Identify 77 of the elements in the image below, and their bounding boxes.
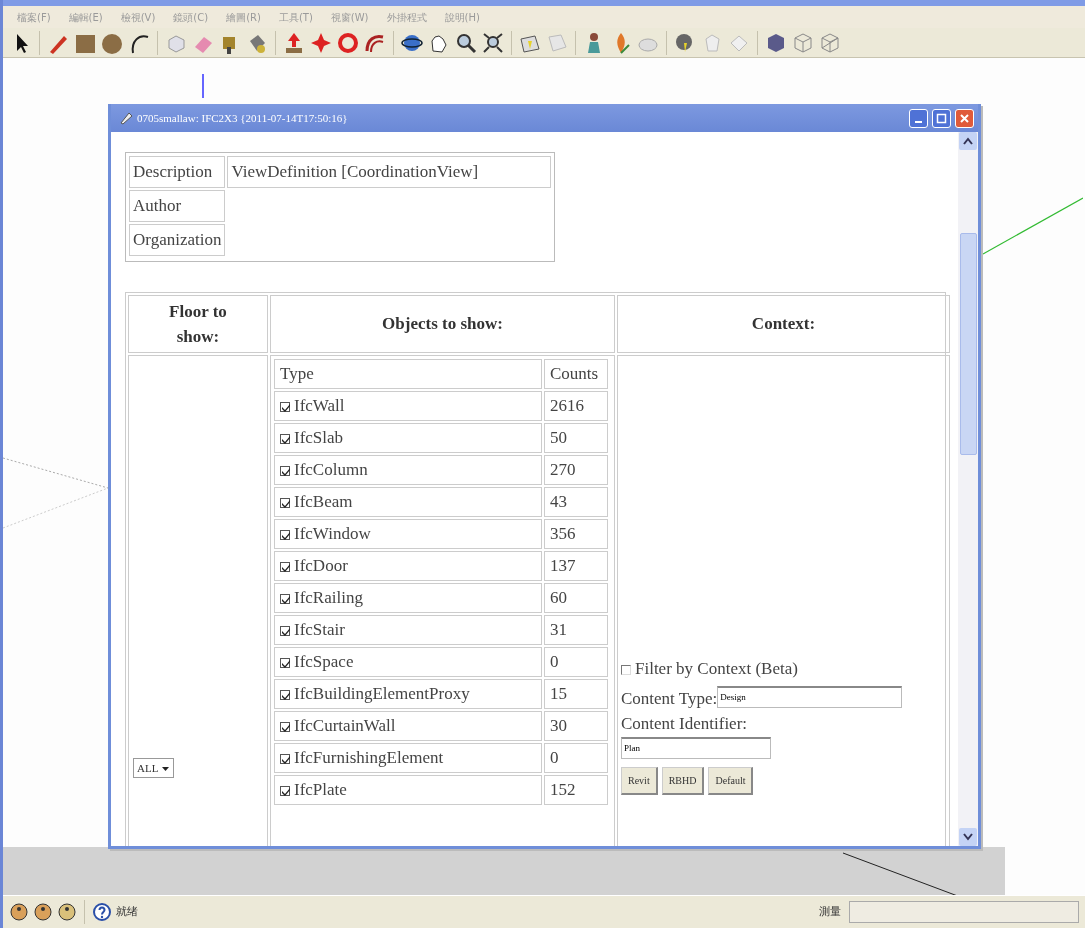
pencil-icon — [119, 111, 133, 125]
floor-select[interactable]: ALL — [133, 758, 175, 778]
close-button[interactable] — [955, 108, 974, 128]
text-field[interactable]: Design — [717, 685, 903, 708]
help-icon[interactable] — [92, 902, 112, 922]
scroll-down-icon — [963, 833, 973, 841]
action-button[interactable]: Revit — [621, 767, 658, 795]
check-icon — [281, 435, 291, 446]
field-label: Content Type: — [621, 688, 718, 708]
type-checkbox[interactable]: IfcColumn — [274, 455, 542, 485]
zoom-extents-icon[interactable] — [481, 30, 505, 55]
table-cell: 31 — [544, 615, 608, 645]
type-checkbox[interactable]: IfcWall — [274, 391, 542, 421]
window-title: 0705smallaw: IFC2X3 {2011-07-14T17:50:16} — [137, 110, 349, 126]
filter-checkbox[interactable]: Filter by Context (Beta) — [621, 656, 949, 682]
check-icon — [281, 499, 291, 510]
info-label: Organization — [129, 224, 226, 256]
check-icon — [281, 787, 291, 798]
type-checkbox[interactable]: IfcCurtainWall — [274, 711, 542, 741]
table-cell: 137 — [544, 551, 608, 581]
table-cell: 60 — [544, 583, 608, 613]
table-cell: 50 — [544, 423, 608, 453]
type-checkbox[interactable]: IfcDoor — [274, 551, 542, 581]
field-label: Content Identifier: — [621, 714, 748, 733]
scrollbar[interactable] — [958, 132, 978, 846]
table-cell: 0 — [544, 743, 608, 773]
table-header: Counts — [544, 359, 608, 389]
check-icon — [281, 467, 291, 478]
type-checkbox[interactable]: IfcStair — [274, 615, 542, 645]
table-cell: 152 — [544, 775, 608, 805]
text-field[interactable]: Plan — [621, 736, 771, 759]
type-checkbox[interactable]: IfcFurnishingElement — [274, 743, 542, 773]
type-checkbox[interactable]: IfcSpace — [274, 647, 542, 677]
maximize-button[interactable] — [932, 108, 951, 128]
table-cell: 2616 — [544, 391, 608, 421]
table-cell: 43 — [544, 487, 608, 517]
measurements-field[interactable] — [849, 901, 1079, 923]
check-icon — [281, 659, 291, 670]
check-icon — [281, 755, 291, 766]
info-label: Author — [129, 190, 226, 222]
type-checkbox[interactable]: IfcBuildingElementProxy — [274, 679, 542, 709]
action-button[interactable]: Default — [708, 767, 754, 795]
minimize-button[interactable] — [909, 108, 928, 128]
rotate-icon[interactable] — [336, 30, 360, 55]
table-header: Type — [274, 359, 542, 389]
action-button[interactable]: RBHD — [661, 767, 705, 795]
check-icon — [281, 627, 291, 638]
type-checkbox[interactable]: IfcSlab — [274, 423, 542, 453]
type-checkbox[interactable]: IfcBeam — [274, 487, 542, 517]
close-icon — [959, 112, 970, 124]
status-text: 就绪 — [116, 903, 139, 920]
table-cell: 30 — [544, 711, 608, 741]
scroll-up-icon — [963, 137, 973, 145]
check-icon — [281, 723, 291, 734]
column-header: Context: — [617, 295, 950, 353]
type-checkbox[interactable]: IfcWindow — [274, 519, 542, 549]
check-icon — [281, 595, 291, 606]
check-icon — [281, 691, 291, 702]
column-header: Floor to show: — [128, 295, 268, 353]
table-cell: 356 — [544, 519, 608, 549]
check-icon — [281, 563, 291, 574]
table-cell: 0 — [544, 647, 608, 677]
type-checkbox[interactable]: IfcPlate — [274, 775, 542, 805]
measure-label: 測量 — [819, 903, 841, 920]
maximize-icon — [936, 112, 947, 124]
table-cell: 270 — [544, 455, 608, 485]
info-value: ViewDefinition [CoordinationView] — [227, 156, 551, 188]
column-header: Objects to show: — [270, 295, 615, 353]
info-label: Description — [129, 156, 226, 188]
check-icon — [281, 403, 291, 414]
check-icon — [281, 531, 291, 542]
scroll-thumb[interactable] — [959, 233, 977, 455]
axis-line — [202, 73, 204, 99]
circle-icon[interactable] — [57, 902, 77, 922]
minimize-icon — [915, 121, 922, 123]
type-checkbox[interactable]: IfcRailing — [274, 583, 542, 613]
table-cell: 15 — [544, 679, 608, 709]
